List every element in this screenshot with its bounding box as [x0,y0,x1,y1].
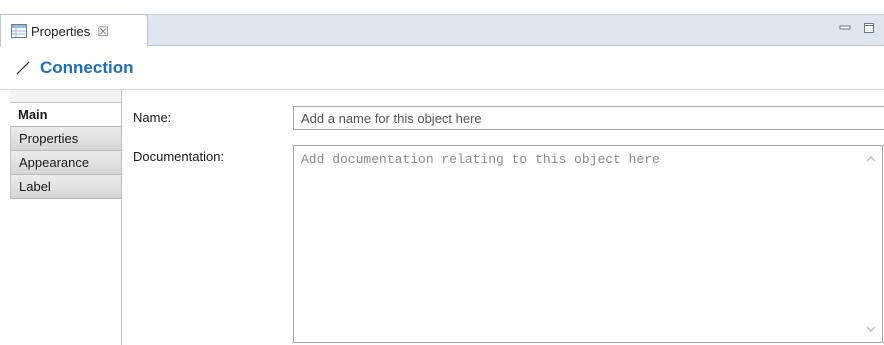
view-tab-bar: Properties ☒ [0,14,884,47]
side-tab-header [10,90,121,103]
tab-properties[interactable]: Properties [10,127,121,151]
name-input[interactable] [293,106,884,130]
maximize-icon[interactable] [862,21,876,35]
properties-title-bar: Connection [0,47,884,89]
tab-label[interactable]: Label [10,175,121,199]
minimize-icon[interactable] [838,21,852,35]
side-tab-list: Main Properties Appearance Label [10,90,122,345]
close-icon[interactable]: ☒ [97,25,109,38]
scroll-up-arrow-icon[interactable] [866,155,876,163]
documentation-textarea[interactable]: Add documentation relating to this objec… [293,145,883,343]
documentation-label: Documentation: [133,149,225,164]
connection-line-icon [14,59,32,77]
title-divider [0,89,884,90]
properties-view-tab[interactable]: Properties ☒ [0,14,148,47]
window-controls [838,21,876,35]
scroll-down-arrow-icon[interactable] [866,325,876,333]
tab-appearance[interactable]: Appearance [10,151,121,175]
view-tab-label: Properties [31,23,91,39]
documentation-placeholder: Add documentation relating to this objec… [301,152,660,167]
page-title: Connection [40,58,134,77]
properties-table-icon [11,24,27,38]
tab-main[interactable]: Main [10,103,121,127]
name-label: Name: [133,110,172,125]
